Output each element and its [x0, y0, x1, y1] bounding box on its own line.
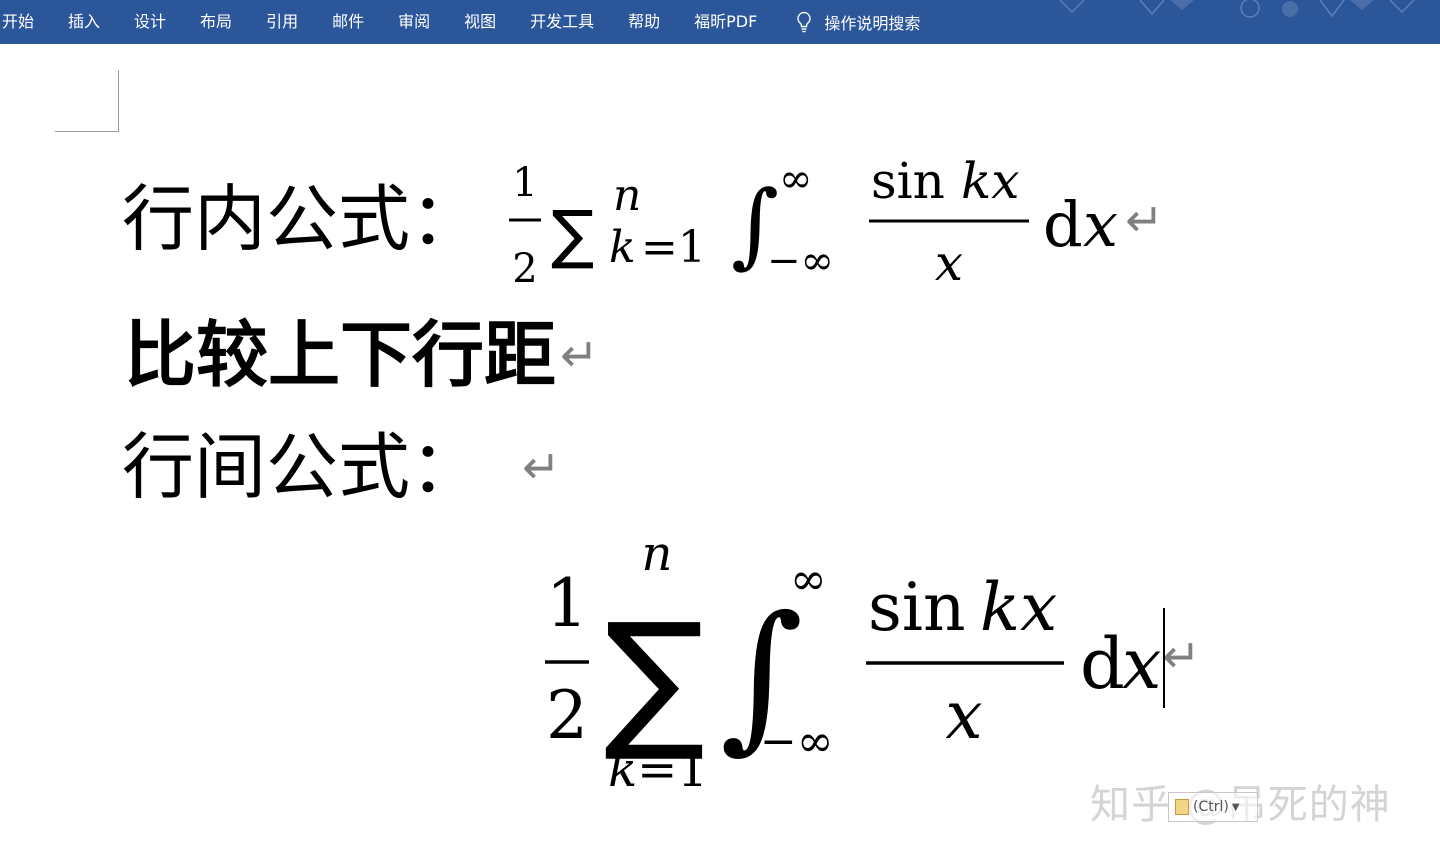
inline-sigma-lower-k: k	[609, 222, 636, 273]
inline-sin-denominator: x	[935, 234, 963, 292]
display-integral-lower: −∞	[760, 716, 834, 767]
lightbulb-icon	[797, 11, 812, 33]
inline-sigma: ∑	[551, 198, 594, 272]
display-frac-denominator: 2	[546, 677, 588, 754]
page-margin-marker	[55, 70, 119, 132]
ribbon-decoration	[1059, 0, 1415, 18]
compare-line-spacing-text: 比较上下行距	[124, 312, 557, 397]
inline-d: d	[1043, 188, 1083, 261]
inline-formula[interactable]: 1 2 ∑ n k =1 ∫ ∞ −∞ sin kx x d x ↵	[505, 150, 1185, 295]
chevron-down-icon: ▼	[1231, 801, 1240, 813]
paragraph-mark-2: ↵	[560, 328, 599, 382]
inline-formula-label: 行内公式：	[122, 177, 483, 261]
tab-mailings[interactable]: 邮件	[315, 0, 381, 44]
paste-options-label: (Ctrl)	[1193, 799, 1229, 815]
display-sigma-lower: k=1	[608, 742, 708, 795]
display-kx: kx	[980, 569, 1057, 646]
display-formula[interactable]: 1 2 n ∑ k=1 ∫ ∞ −∞ sin kx x d x ↵	[540, 530, 1230, 795]
display-integral-upper: ∞	[790, 554, 827, 605]
display-dx-x: x	[1122, 623, 1161, 705]
tab-references[interactable]: 引用	[249, 0, 315, 44]
display-sin: sin	[868, 569, 966, 646]
tell-me-search[interactable]: 操作说明搜索	[796, 10, 920, 34]
ribbon-tab-bar: 开始 插入 设计 布局 引用 邮件 审阅 视图 开发工具 帮助 福昕PDF 操作…	[0, 0, 1440, 44]
tab-layout[interactable]: 布局	[183, 0, 249, 44]
tab-insert[interactable]: 插入	[51, 0, 117, 44]
tab-foxit-pdf[interactable]: 福昕PDF	[677, 0, 774, 44]
inline-sigma-lower-eq: =1	[641, 222, 706, 273]
text-cursor	[1163, 608, 1165, 708]
inline-frac-numerator: 1	[512, 160, 537, 206]
inline-formula-line[interactable]: 行内公式：	[122, 176, 482, 262]
paragraph-mark-3: ↵	[522, 440, 561, 494]
display-sin-denominator: x	[945, 677, 982, 754]
clipboard-icon	[1175, 799, 1189, 815]
tell-me-label: 操作说明搜索	[824, 14, 921, 33]
inline-sigma-upper: n	[613, 170, 641, 221]
tab-developer[interactable]: 开发工具	[513, 0, 611, 44]
tab-view[interactable]: 视图	[447, 0, 513, 44]
tab-help[interactable]: 帮助	[611, 0, 677, 44]
display-d: d	[1080, 623, 1125, 705]
paste-options-button[interactable]: (Ctrl) ▼	[1168, 792, 1258, 822]
tab-home[interactable]: 开始	[0, 0, 51, 44]
display-sigma-upper: n	[642, 530, 673, 582]
display-frac-numerator: 1	[546, 565, 588, 642]
paragraph-mark-4: ↵	[1162, 629, 1201, 683]
tab-review[interactable]: 审阅	[381, 0, 447, 44]
paragraph-mark-1: ↵	[1125, 193, 1164, 247]
inline-sin: sin	[871, 152, 945, 210]
tab-design[interactable]: 设计	[117, 0, 183, 44]
inline-dx-x: x	[1083, 188, 1118, 261]
inline-integral-upper: ∞	[779, 156, 812, 202]
display-formula-line[interactable]: 行间公式： ↵	[122, 424, 561, 510]
display-formula-label: 行间公式：	[122, 425, 483, 509]
display-sigma: ∑	[604, 592, 705, 766]
inline-frac-denominator: 2	[512, 246, 537, 292]
inline-kx: kx	[961, 152, 1020, 210]
inline-integral-lower: −∞	[767, 238, 834, 284]
line-spacing-text[interactable]: 比较上下行距 ↵	[124, 312, 599, 398]
